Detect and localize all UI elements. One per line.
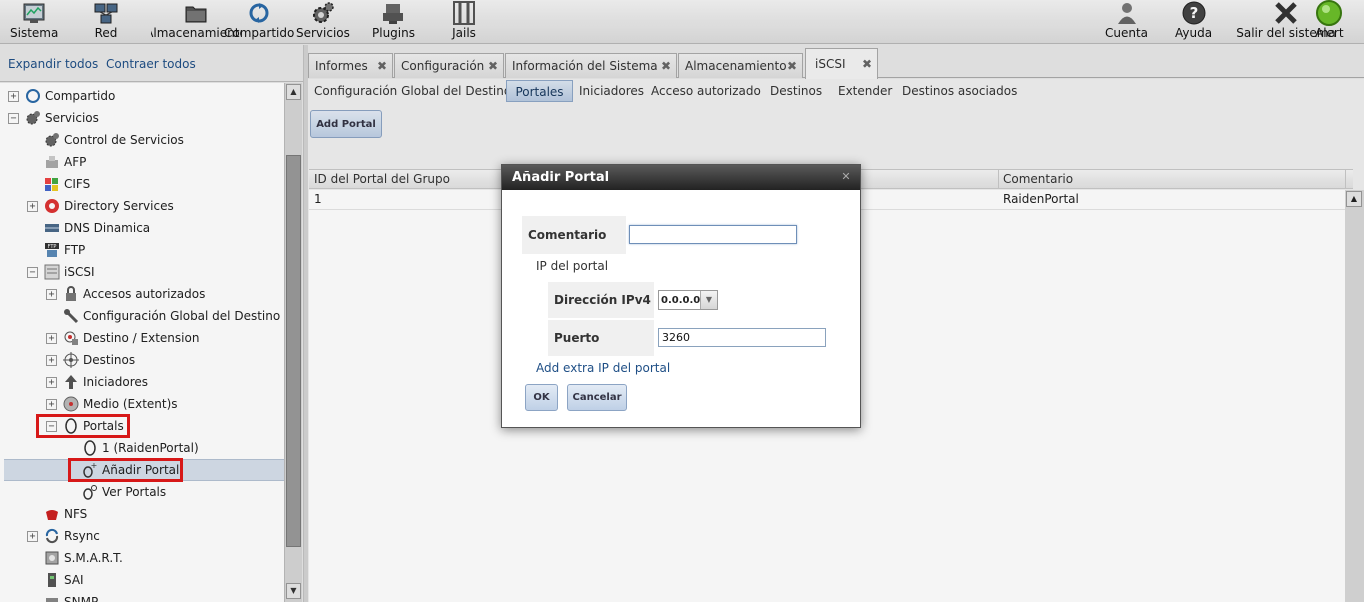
add-portal-dialog: Añadir Portal ✕ Comentario IP del portal… <box>501 164 861 428</box>
add-extra-ip-link[interactable]: Add extra IP del portal <box>536 361 670 375</box>
port-label: Puerto <box>548 320 654 356</box>
ipv4-select-value: 0.0.0.0 <box>661 294 701 306</box>
cancel-button[interactable]: Cancelar <box>567 384 627 411</box>
chevron-down-icon[interactable]: ▼ <box>700 291 717 309</box>
close-icon[interactable]: ✕ <box>840 171 852 183</box>
comment-input[interactable] <box>629 225 797 244</box>
ok-button[interactable]: OK <box>525 384 558 411</box>
ipv4-select[interactable]: 0.0.0.0 ▼ <box>658 290 718 310</box>
comment-label: Comentario <box>522 216 626 254</box>
dialog-title: Añadir Portal <box>502 165 860 190</box>
port-input[interactable] <box>658 328 826 347</box>
ipv4-label: Dirección IPv4 <box>548 282 654 318</box>
ip-section-label: IP del portal <box>536 259 609 273</box>
